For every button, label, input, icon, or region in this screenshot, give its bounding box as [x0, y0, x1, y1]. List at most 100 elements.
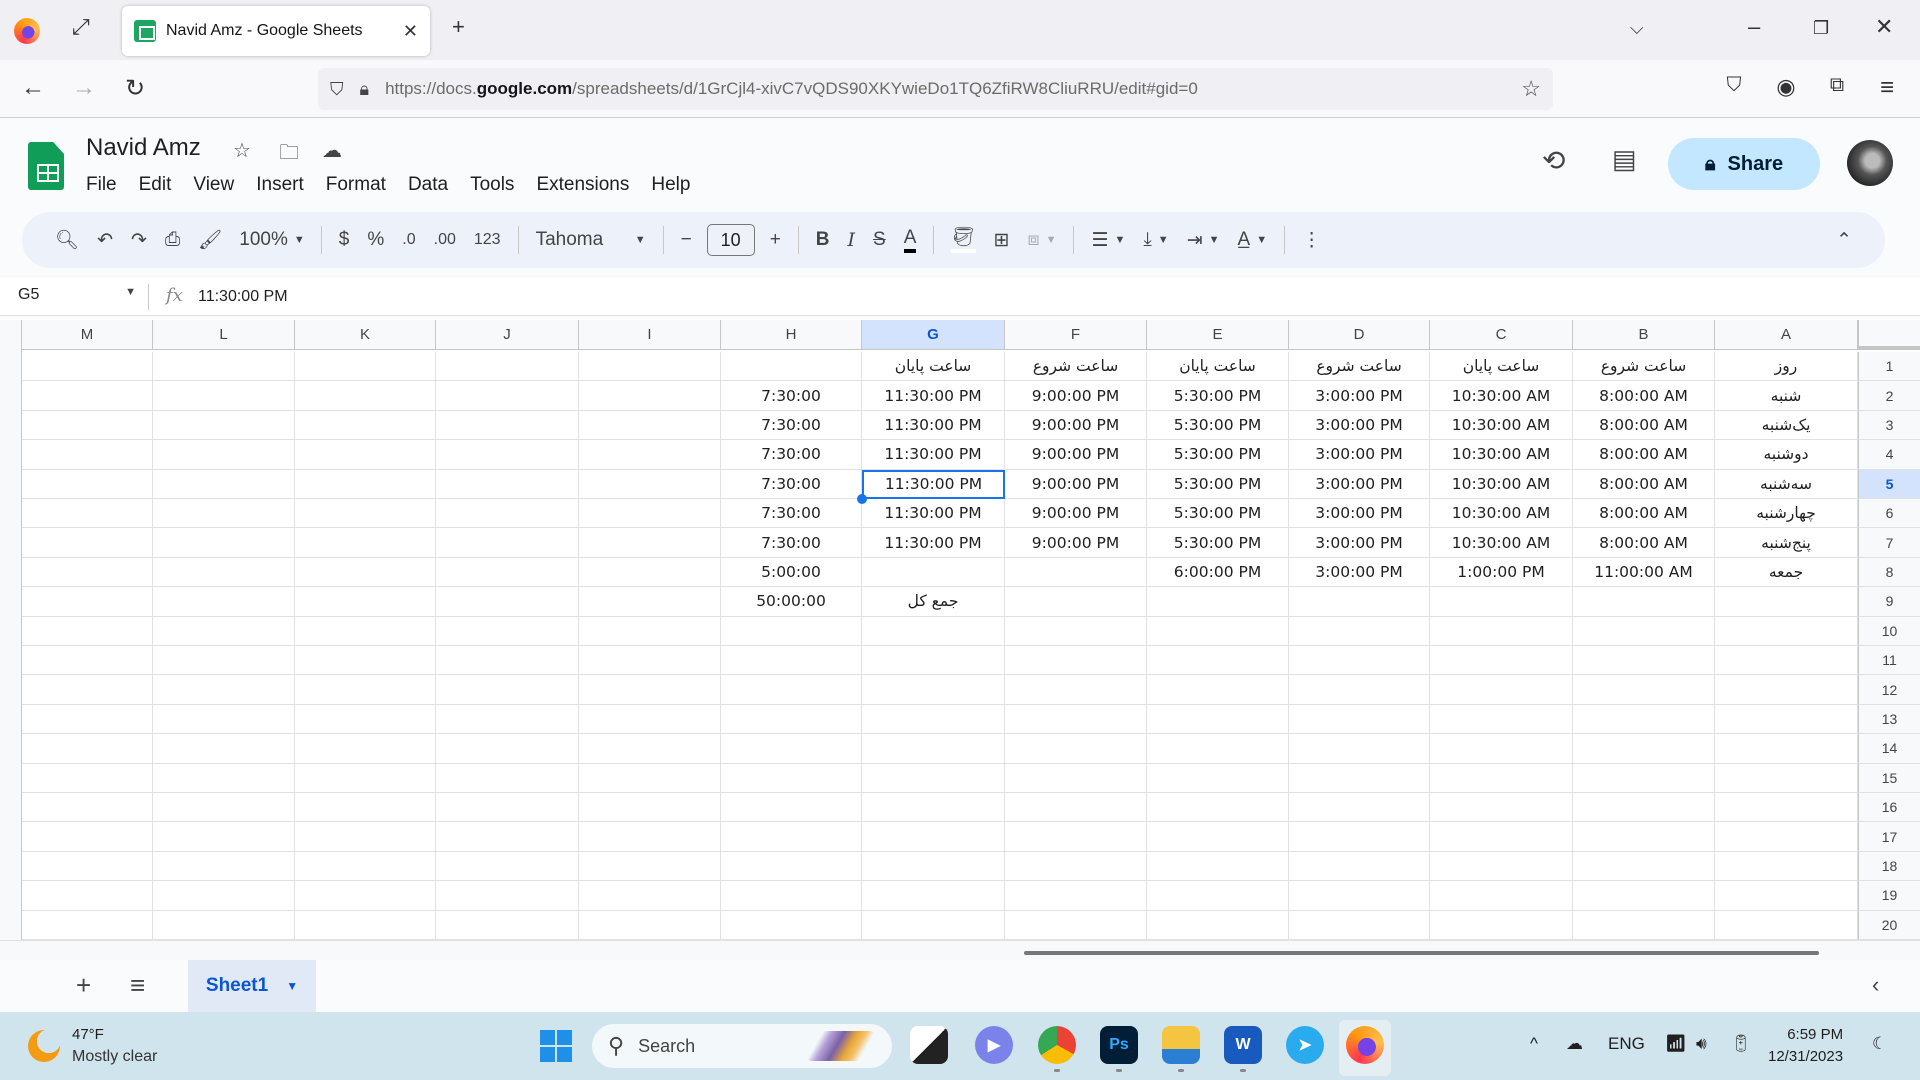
cell-b11[interactable]	[1573, 646, 1715, 676]
column-header-c[interactable]: C	[1430, 320, 1573, 350]
cell-e11[interactable]	[1147, 646, 1289, 676]
extensions-puzzle-icon[interactable]: ⧉	[1822, 74, 1852, 97]
cell-a16[interactable]	[1715, 793, 1858, 823]
cell-m20[interactable]	[22, 910, 153, 940]
column-header-h[interactable]: H	[721, 320, 862, 350]
cell-i4[interactable]	[579, 440, 721, 470]
cell-b12[interactable]	[1573, 675, 1715, 705]
cell-h19[interactable]	[721, 881, 862, 911]
cell-j10[interactable]	[436, 616, 579, 646]
undo-icon[interactable]: ↶	[88, 222, 122, 258]
cell-d13[interactable]	[1289, 704, 1430, 735]
word-icon[interactable]: W	[1224, 1026, 1262, 1072]
cell-a2[interactable]: شنبه	[1715, 381, 1858, 411]
cell-a6[interactable]: چهارشنبه	[1715, 499, 1858, 529]
menu-format[interactable]: Format	[315, 172, 397, 198]
language-indicator[interactable]: ENG	[1608, 1034, 1645, 1054]
cell-g7[interactable]: 11:30:00 PM	[862, 528, 1005, 558]
shield-icon[interactable]: ⛉	[330, 79, 344, 100]
onedrive-sync-icon[interactable]: ☁︎	[1566, 1034, 1583, 1054]
column-header-f[interactable]: F	[1005, 320, 1147, 350]
document-title[interactable]: Navid Amz	[86, 134, 201, 162]
cell-j5[interactable]	[436, 469, 579, 499]
sheets-logo-icon[interactable]	[28, 142, 64, 190]
firefox-taskbar-icon[interactable]	[1346, 1026, 1384, 1064]
row-header-9[interactable]: 9	[1858, 587, 1920, 617]
list-tabs-chevron-icon[interactable]: ⌵	[1630, 18, 1644, 39]
cell-j15[interactable]	[436, 763, 579, 793]
zoom-select[interactable]: 100% ▼	[231, 222, 313, 258]
cell-l10[interactable]	[153, 616, 295, 646]
cell-b16[interactable]	[1573, 793, 1715, 823]
fill-color-button[interactable]: 🪣︎	[942, 222, 984, 258]
add-sheet-button[interactable]: +	[76, 970, 91, 1001]
cell-l3[interactable]	[153, 410, 295, 441]
sheet-tab-sheet1[interactable]: Sheet1 ▼	[188, 960, 316, 1012]
photoshop-icon[interactable]: Ps	[1100, 1026, 1138, 1072]
borders-icon[interactable]: ⊞	[985, 222, 1019, 258]
cell-c7[interactable]: 10:30:00 AM	[1430, 528, 1573, 558]
cell-h13[interactable]	[721, 704, 862, 735]
cell-g5[interactable]: 11:30:00 PM	[862, 469, 1005, 499]
column-header-m[interactable]: M	[22, 320, 153, 350]
row-header-17[interactable]: 17	[1858, 822, 1920, 852]
menu-data[interactable]: Data	[397, 172, 459, 198]
cell-l20[interactable]	[153, 910, 295, 940]
column-header-d[interactable]: D	[1289, 320, 1430, 350]
cell-m13[interactable]	[22, 704, 153, 735]
horizontal-scrollbar-thumb[interactable]	[1024, 951, 1819, 955]
format-percent-button[interactable]: %	[358, 222, 393, 258]
cell-j18[interactable]	[436, 851, 579, 882]
forward-arrow-icon[interactable]: →	[69, 74, 99, 102]
cell-c19[interactable]	[1430, 881, 1573, 911]
cell-k5[interactable]	[295, 469, 436, 499]
share-button[interactable]: 🔒︎ Share	[1668, 138, 1820, 190]
cell-b7[interactable]: 8:00:00 AM	[1573, 528, 1715, 558]
cell-d2[interactable]: 3:00:00 PM	[1289, 381, 1430, 411]
firefox-icon[interactable]	[14, 18, 40, 44]
wifi-icon[interactable]: 📶︎	[1665, 1034, 1687, 1054]
cell-k3[interactable]	[295, 410, 436, 441]
font-size-input[interactable]: 10	[706, 224, 755, 256]
cell-g6[interactable]: 11:30:00 PM	[862, 499, 1005, 529]
row-header-19[interactable]: 19	[1858, 881, 1920, 911]
cell-k14[interactable]	[295, 734, 436, 764]
cell-g3[interactable]: 11:30:00 PM	[862, 410, 1005, 441]
cell-e3[interactable]: 5:30:00 PM	[1147, 410, 1289, 441]
redo-icon[interactable]: ↷	[122, 222, 156, 258]
cell-m4[interactable]	[22, 440, 153, 470]
cell-e17[interactable]	[1147, 822, 1289, 852]
cell-g10[interactable]	[862, 616, 1005, 646]
row-header-11[interactable]: 11	[1858, 646, 1920, 676]
cell-e6[interactable]: 5:30:00 PM	[1147, 499, 1289, 529]
column-header-g[interactable]: G	[862, 320, 1005, 350]
row-header-2[interactable]: 2	[1858, 381, 1920, 411]
minimize-window-icon[interactable]: –	[1748, 14, 1760, 40]
cell-f7[interactable]: 9:00:00 PM	[1005, 528, 1147, 558]
cell-c9[interactable]	[1430, 587, 1573, 617]
cell-g4[interactable]: 11:30:00 PM	[862, 440, 1005, 470]
cell-e13[interactable]	[1147, 704, 1289, 735]
cell-b9[interactable]	[1573, 587, 1715, 617]
weather-temperature[interactable]: 47°F	[72, 1026, 104, 1043]
cell-d14[interactable]	[1289, 734, 1430, 764]
cell-h9[interactable]: 50:00:00	[721, 587, 862, 617]
cell-b1[interactable]: ساعت شروع	[1573, 352, 1715, 382]
cell-h5[interactable]: 7:30:00	[721, 469, 862, 499]
print-icon[interactable]: ⎙	[156, 222, 189, 258]
cell-l5[interactable]	[153, 469, 295, 499]
cell-c13[interactable]	[1430, 704, 1573, 735]
cell-l6[interactable]	[153, 499, 295, 529]
collapse-menus-chevron-up-icon[interactable]: ⌃	[1827, 222, 1861, 258]
close-tab-icon[interactable]: ✕	[403, 21, 418, 42]
cell-f15[interactable]	[1005, 763, 1147, 793]
cell-f17[interactable]	[1005, 822, 1147, 852]
cell-b17[interactable]	[1573, 822, 1715, 852]
cell-g12[interactable]	[862, 675, 1005, 705]
cell-c11[interactable]	[1430, 646, 1573, 676]
cell-d1[interactable]: ساعت شروع	[1289, 352, 1430, 382]
cell-l11[interactable]	[153, 646, 295, 676]
cell-j9[interactable]	[436, 587, 579, 617]
explore-collapse-chevron-left-icon[interactable]: ‹	[1872, 972, 1879, 998]
cell-j19[interactable]	[436, 881, 579, 911]
